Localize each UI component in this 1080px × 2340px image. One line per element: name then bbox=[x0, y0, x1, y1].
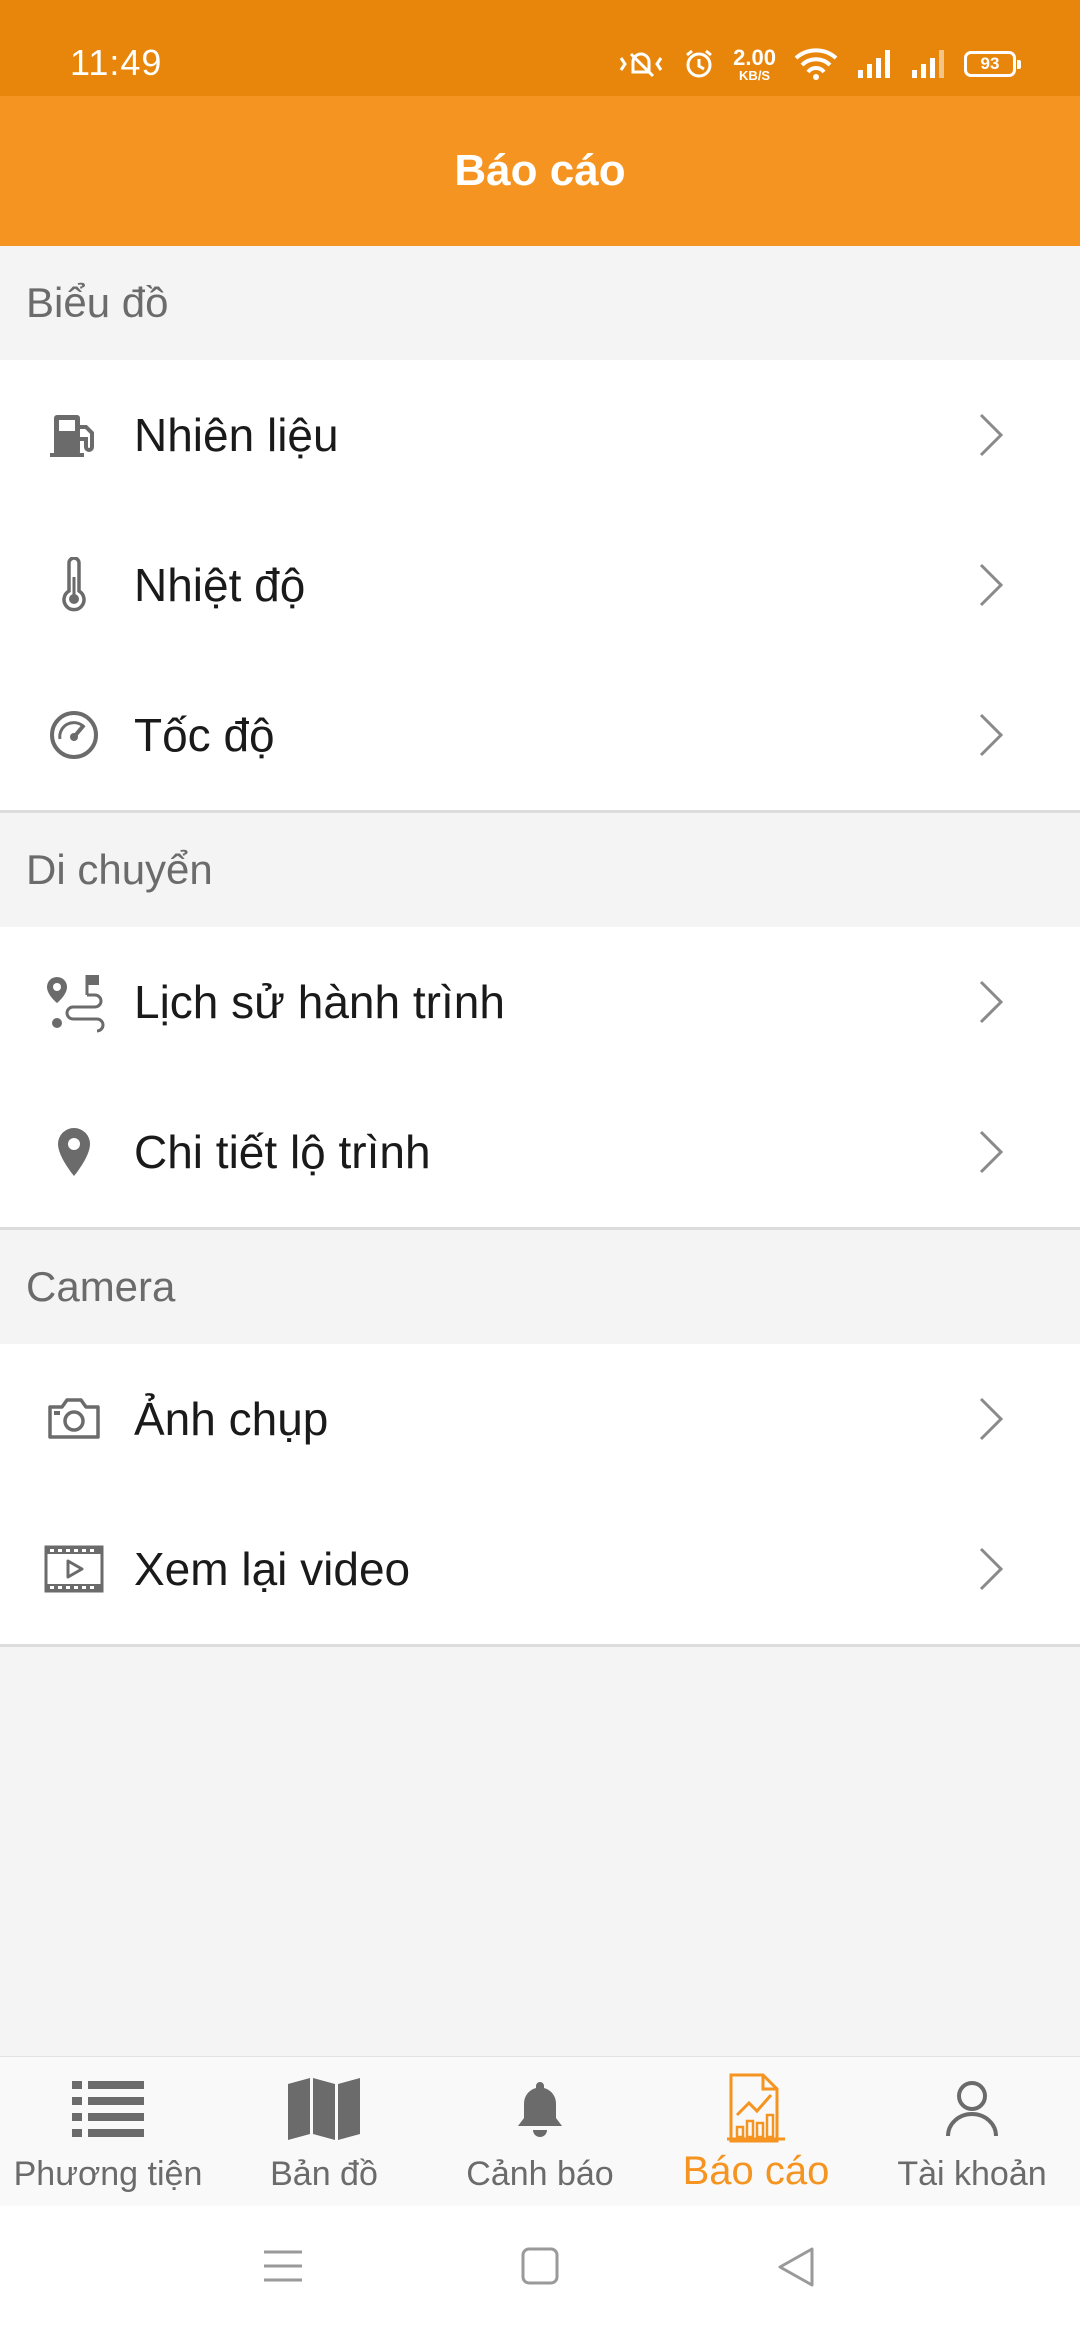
map-icon bbox=[286, 2069, 362, 2149]
list-item-video-playback[interactable]: Xem lại video bbox=[0, 1494, 1080, 1644]
list-item-label: Xem lại video bbox=[134, 1543, 411, 1595]
section-list-camera: Ảnh chụp Xem lại video bbox=[0, 1344, 1080, 1647]
chevron-right-icon bbox=[979, 1130, 1004, 1174]
route-history-icon bbox=[34, 962, 114, 1042]
nav-item-map[interactable]: Bản đồ bbox=[216, 2057, 432, 2206]
alarm-icon bbox=[686, 49, 713, 78]
speedometer-icon bbox=[34, 695, 114, 775]
status-time: 11:49 bbox=[70, 42, 163, 83]
nav-label: Bản đồ bbox=[270, 2155, 378, 2193]
signal-1-icon bbox=[858, 50, 890, 78]
section-header-charts: Biểu đồ bbox=[0, 246, 1080, 360]
list-item-label: Ảnh chụp bbox=[134, 1393, 329, 1445]
section-header-camera: Camera bbox=[0, 1230, 1080, 1344]
app-header: Báo cáo bbox=[0, 96, 1080, 246]
nav-item-vehicles[interactable]: Phương tiện bbox=[0, 2057, 216, 2206]
report-content: Biểu đồ Nhiên liệu Nhiệt độ Tốc độ Di ch… bbox=[0, 246, 1080, 1647]
nav-label: Tài khoản bbox=[897, 2155, 1047, 2193]
wifi-icon bbox=[794, 48, 838, 80]
list-item-label: Chi tiết lộ trình bbox=[134, 1126, 431, 1178]
signal-2-icon bbox=[912, 50, 944, 78]
nav-label: Phương tiện bbox=[13, 2155, 203, 2193]
list-item-label: Lịch sử hành trình bbox=[134, 976, 505, 1028]
net-speed-unit: KB/S bbox=[739, 67, 771, 83]
map-pin-icon bbox=[34, 1112, 114, 1192]
section-header-movement: Di chuyển bbox=[0, 813, 1080, 927]
list-item-route-detail[interactable]: Chi tiết lộ trình bbox=[0, 1077, 1080, 1227]
menu-icon[interactable] bbox=[262, 2246, 304, 2286]
chevron-right-icon bbox=[979, 413, 1004, 457]
bell-icon bbox=[512, 2069, 568, 2149]
nav-label: Cảnh báo bbox=[466, 2155, 614, 2193]
bottom-nav: Phương tiện Bản đồ Cảnh báo Báo cáo Tài … bbox=[0, 2056, 1080, 2206]
back-icon[interactable] bbox=[776, 2246, 816, 2288]
section-list-movement: Lịch sử hành trình Chi tiết lộ trình bbox=[0, 927, 1080, 1230]
chevron-right-icon bbox=[979, 1547, 1004, 1591]
status-bar: 11:49 2.00 KB/S 93 bbox=[0, 0, 1080, 96]
list-item-label: Nhiên liệu bbox=[134, 409, 339, 461]
nav-label: Báo cáo bbox=[682, 2149, 830, 2193]
net-speed-value: 2.00 bbox=[733, 44, 776, 70]
chevron-right-icon bbox=[979, 980, 1004, 1024]
net-speed: 2.00 KB/S bbox=[733, 44, 776, 83]
user-icon bbox=[944, 2069, 1000, 2149]
chevron-right-icon bbox=[979, 563, 1004, 607]
home-icon[interactable] bbox=[520, 2246, 560, 2286]
camera-icon bbox=[34, 1379, 114, 1459]
fuel-pump-icon bbox=[34, 395, 114, 475]
thermometer-icon bbox=[34, 545, 114, 625]
page-title: Báo cáo bbox=[454, 146, 626, 195]
report-chart-icon bbox=[723, 2069, 789, 2149]
section-list-charts: Nhiên liệu Nhiệt độ Tốc độ bbox=[0, 360, 1080, 813]
system-nav-bar bbox=[0, 2206, 1080, 2340]
list-item-trip-history[interactable]: Lịch sử hành trình bbox=[0, 927, 1080, 1077]
chevron-right-icon bbox=[979, 1397, 1004, 1441]
list-item-label: Tốc độ bbox=[134, 709, 275, 761]
video-playback-icon bbox=[34, 1529, 114, 1609]
list-icon bbox=[70, 2069, 146, 2149]
nav-item-account[interactable]: Tài khoản bbox=[864, 2057, 1080, 2206]
list-item-fuel[interactable]: Nhiên liệu bbox=[0, 360, 1080, 510]
nav-item-alerts[interactable]: Cảnh báo bbox=[432, 2057, 648, 2206]
chevron-right-icon bbox=[979, 713, 1004, 757]
vibrate-off-icon bbox=[619, 52, 663, 78]
list-item-photos[interactable]: Ảnh chụp bbox=[0, 1344, 1080, 1494]
list-item-temperature[interactable]: Nhiệt độ bbox=[0, 510, 1080, 660]
status-icons: 2.00 KB/S 93 bbox=[617, 44, 1021, 84]
list-item-speed[interactable]: Tốc độ bbox=[0, 660, 1080, 810]
nav-item-reports[interactable]: Báo cáo bbox=[648, 2057, 864, 2206]
battery-icon: 93 bbox=[964, 51, 1021, 77]
list-item-label: Nhiệt độ bbox=[134, 559, 306, 611]
